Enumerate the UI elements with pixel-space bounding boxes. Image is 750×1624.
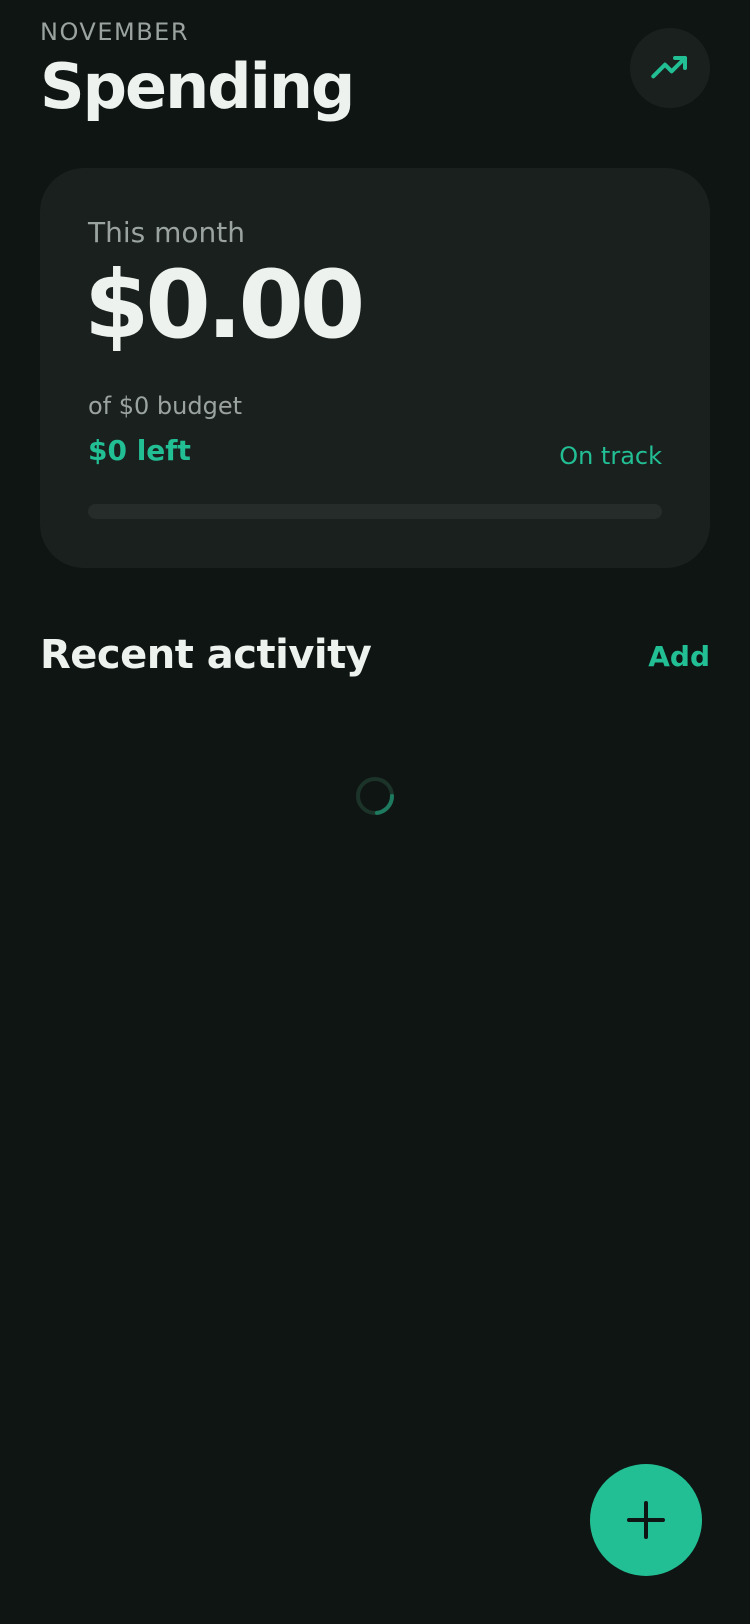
trend-button[interactable] (630, 28, 710, 108)
month-label: NOVEMBER (40, 18, 190, 46)
remaining-amount: $0 left (88, 434, 191, 467)
summary-card: This month $0.00 of $0 budget $0 left On… (40, 168, 710, 568)
plus-icon (627, 1501, 665, 1539)
header: NOVEMBER Spending (40, 14, 710, 124)
loading-spinner-icon (356, 777, 395, 815)
add-activity-link[interactable]: Add (648, 640, 710, 673)
card-label: This month (88, 216, 245, 249)
page-title: Spending (40, 50, 355, 123)
section-title: Recent activity (40, 632, 372, 678)
status-badge: On track (559, 442, 662, 470)
spending-screen: NOVEMBER Spending This month $0.00 of $0… (0, 0, 750, 1624)
spent-amount: $0.00 (84, 251, 365, 360)
budget-text: of $0 budget (88, 392, 243, 420)
budget-progress-bar (88, 504, 662, 519)
add-expense-button[interactable] (590, 1464, 702, 1576)
trending-up-icon (651, 56, 687, 79)
